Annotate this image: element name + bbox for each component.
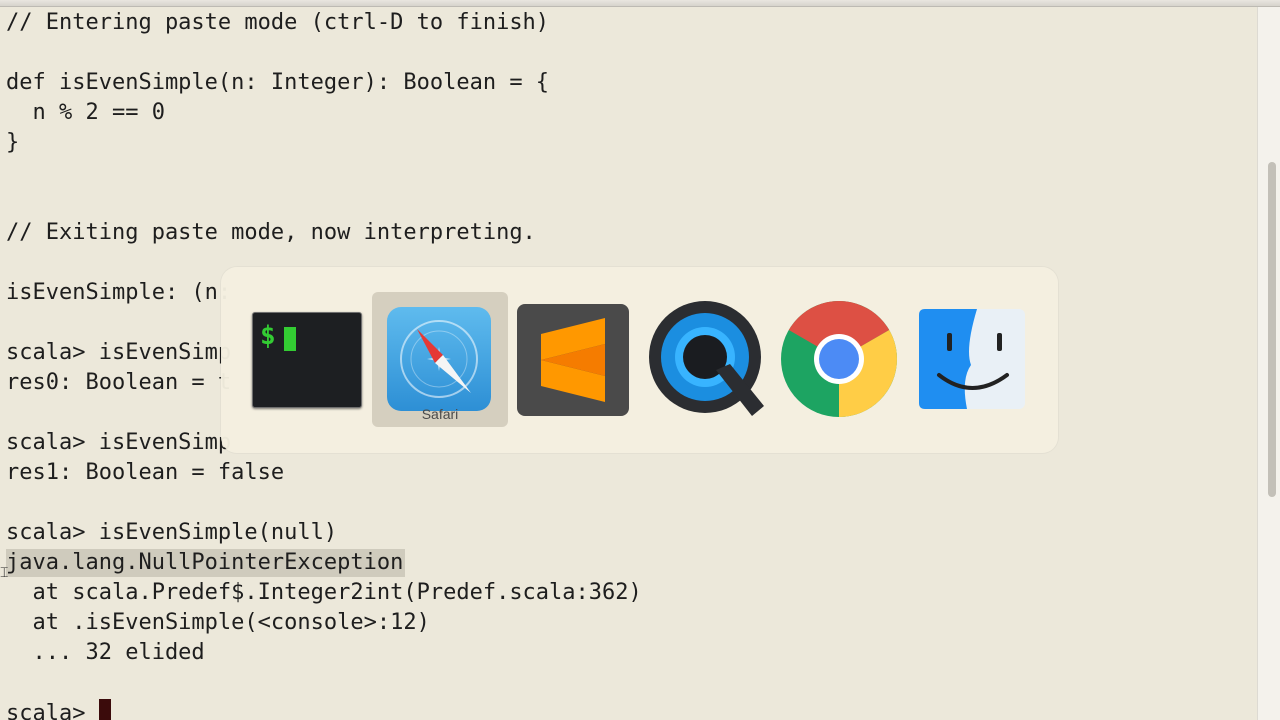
terminal-line: scala> isEvenSimp: [6, 430, 232, 455]
prompt-text: scala>: [6, 701, 99, 720]
terminal-line: res0: Boolean = t: [6, 370, 232, 395]
ibeam-cursor-icon: ⌶: [0, 565, 9, 581]
window-titlebar: [0, 0, 1280, 7]
terminal-line: // Exiting paste mode, now interpreting.: [6, 220, 536, 245]
app-chrome[interactable]: [780, 300, 898, 418]
sublime-text-icon: [517, 304, 629, 416]
app-label: Safari: [421, 406, 459, 422]
text-cursor: [98, 699, 111, 720]
terminal-icon: $: [252, 312, 362, 408]
app-safari[interactable]: Safari: [372, 292, 508, 427]
safari-icon: [387, 307, 491, 411]
terminal-line: def isEvenSimple(n: Integer): Boolean = …: [6, 70, 550, 95]
app-switcher: $ Safari: [221, 267, 1058, 453]
terminal-line: isEvenSimple: (n:: [6, 280, 232, 305]
scrollbar-thumb[interactable]: [1268, 162, 1276, 497]
terminal-line: scala> isEvenSimple(null): [6, 520, 338, 545]
selected-exception-line[interactable]: java.lang.NullPointerException: [6, 549, 406, 577]
chrome-icon: [780, 300, 898, 422]
terminal-line: at scala.Predef$.Integer2int(Predef.scal…: [6, 580, 642, 605]
terminal-line: at .isEvenSimple(<console>:12): [6, 610, 430, 635]
quicktime-icon: [648, 300, 766, 422]
app-quicktime[interactable]: [648, 300, 766, 418]
terminal-line: ... 32 elided: [6, 640, 205, 665]
app-sublime-text[interactable]: [517, 304, 629, 416]
app-finder[interactable]: [919, 309, 1025, 409]
terminal-line: // Entering paste mode (ctrl-D to finish…: [6, 10, 550, 35]
app-terminal[interactable]: $: [252, 312, 362, 408]
terminal-line: scala> isEvenSimp: [6, 340, 232, 365]
terminal-line: n % 2 == 0: [6, 100, 165, 125]
finder-icon: [919, 309, 1025, 413]
terminal-line: }: [6, 130, 20, 155]
terminal-line: res1: Boolean = false: [6, 460, 285, 485]
terminal-prompt-line[interactable]: scala>: [6, 699, 111, 720]
vertical-scrollbar[interactable]: [1257, 7, 1280, 720]
